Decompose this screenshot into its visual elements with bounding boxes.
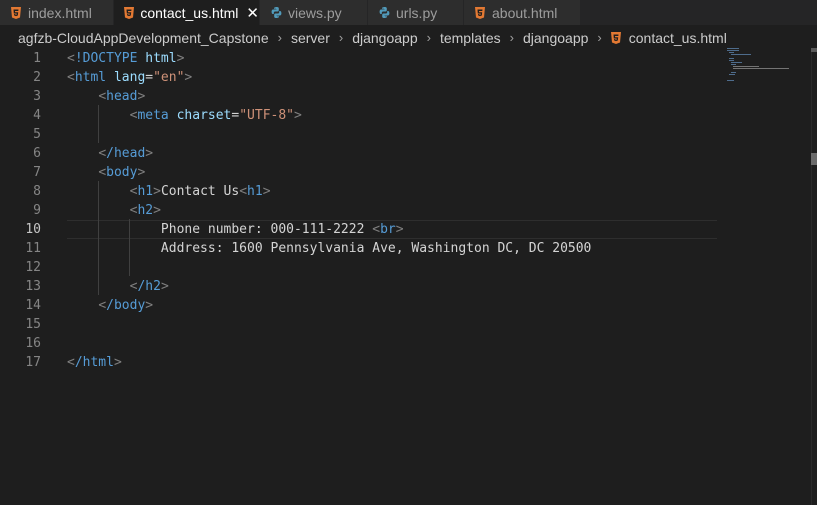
breadcrumb-item-server[interactable]: server xyxy=(291,30,330,46)
code-text: </html> xyxy=(67,355,122,370)
minimap-line xyxy=(731,62,742,63)
code-editor[interactable]: 1 <!DOCTYPE html> 2 <html lang="en"> 3 <head… xyxy=(0,48,817,505)
chevron-right-icon: › xyxy=(277,30,282,45)
line-number: 2 xyxy=(33,70,41,85)
line-number: 5 xyxy=(33,127,41,142)
code-line[interactable]: 12 xyxy=(0,258,717,277)
code-text: <!DOCTYPE html> xyxy=(67,51,185,66)
minimap-line xyxy=(729,60,734,61)
tab-bar: index.html contact_us.html ✕ views.py ur… xyxy=(0,0,817,25)
line-number: 9 xyxy=(33,203,41,218)
code-line[interactable]: 15 xyxy=(0,315,717,334)
html5-icon xyxy=(10,6,22,20)
chevron-right-icon: › xyxy=(338,30,344,45)
minimap-line xyxy=(731,64,736,65)
line-number: 17 xyxy=(25,355,41,370)
minimap-line xyxy=(729,58,734,59)
code-line[interactable]: 2 <html lang="en"> xyxy=(0,68,717,87)
minimap-line xyxy=(731,54,751,55)
line-number: 7 xyxy=(33,165,41,180)
line-number: 14 xyxy=(25,298,41,313)
html5-icon xyxy=(124,6,135,20)
tab-bar-empty-space xyxy=(581,0,817,25)
code-line[interactable]: 16 xyxy=(0,334,717,353)
minimap[interactable] xyxy=(727,48,811,88)
line-number: 11 xyxy=(25,241,41,256)
code-line[interactable]: 4 <meta charset="UTF-8"> xyxy=(0,106,717,125)
chevron-right-icon: › xyxy=(597,30,602,45)
line-number: 12 xyxy=(25,260,41,275)
code-text: <html lang="en"> xyxy=(67,70,193,85)
tab-index-html[interactable]: index.html xyxy=(0,0,114,25)
vertical-scrollbar[interactable] xyxy=(811,48,817,505)
tab-urls-py[interactable]: urls.py xyxy=(368,0,464,25)
scrollbar-thumb[interactable] xyxy=(811,153,817,165)
line-number: 16 xyxy=(25,336,41,351)
breadcrumb-item-djangoapp[interactable]: djangoapp xyxy=(352,30,417,46)
minimap-line xyxy=(727,80,734,81)
code-line[interactable]: 3 <head> xyxy=(0,87,717,106)
python-icon xyxy=(270,6,282,20)
chevron-right-icon: › xyxy=(509,30,514,45)
tab-label: contact_us.html xyxy=(140,4,239,21)
html5-icon xyxy=(610,31,621,44)
breadcrumb: agfzb-CloudAppDevelopment_Capstone › ser… xyxy=(0,25,817,50)
code-text: <body> xyxy=(98,165,146,180)
code-text: <meta charset="UTF-8"> xyxy=(129,108,302,123)
code-text: </body> xyxy=(98,298,154,313)
code-line[interactable]: 6 </head> xyxy=(0,144,717,163)
code-line[interactable]: 7 <body> xyxy=(0,163,717,182)
line-number: 1 xyxy=(33,51,41,66)
line-number: 10 xyxy=(25,222,41,237)
line-number: 8 xyxy=(33,184,41,199)
python-icon xyxy=(378,6,390,20)
breadcrumb-item-djangoapp-folder[interactable]: djangoapp xyxy=(523,30,588,46)
code-text: Address: 1600 Pennsylvania Ave, Washingt… xyxy=(67,241,592,256)
line-number: 15 xyxy=(25,317,41,332)
tab-label: views.py xyxy=(288,4,342,21)
breadcrumb-item-templates[interactable]: templates xyxy=(440,30,501,46)
code-line[interactable]: 17 </html> xyxy=(0,353,717,372)
minimap-line xyxy=(729,74,735,75)
code-text: <h1>Contact Us<h1> xyxy=(129,184,271,199)
minimap-line xyxy=(727,48,739,49)
minimap-line xyxy=(733,66,759,67)
code-line[interactable]: 11 Address: 1600 Pennsylvania Ave, Washi… xyxy=(0,239,717,258)
tab-label: about.html xyxy=(492,4,558,21)
line-number: 4 xyxy=(33,108,41,123)
breadcrumb-item-file[interactable]: contact_us.html xyxy=(629,30,727,46)
tab-label: urls.py xyxy=(396,4,438,21)
scrollbar-overview-marker xyxy=(811,48,817,52)
code-line[interactable]: 8 <h1>Contact Us<h1> xyxy=(0,182,717,201)
tab-label: index.html xyxy=(28,4,92,21)
line-number: 13 xyxy=(25,279,41,294)
line-number: 6 xyxy=(33,146,41,161)
code-line[interactable]: 1 <!DOCTYPE html> xyxy=(0,49,717,68)
line-number: 3 xyxy=(33,89,41,104)
html5-icon xyxy=(474,6,486,20)
minimap-line xyxy=(729,52,734,53)
tab-views-py[interactable]: views.py xyxy=(260,0,368,25)
chevron-right-icon: › xyxy=(426,30,431,45)
code-text: </h2> xyxy=(129,279,169,294)
code-line[interactable]: 14 </body> xyxy=(0,296,717,315)
code-text: </head> xyxy=(98,146,154,161)
minimap-line xyxy=(733,68,789,69)
tab-about-html[interactable]: about.html xyxy=(464,0,581,25)
code-line[interactable]: 10 Phone number: 000-111-2222 <br> xyxy=(0,220,717,239)
code-line[interactable]: 5 xyxy=(0,125,717,144)
code-text: <head> xyxy=(98,89,146,104)
code-text: Phone number: 000-111-2222 <br> xyxy=(67,222,404,237)
close-icon[interactable]: ✕ xyxy=(246,4,259,22)
code-line[interactable]: 9 <h2> xyxy=(0,201,717,220)
code-line[interactable]: 13 </h2> xyxy=(0,277,717,296)
tab-contact-us-html[interactable]: contact_us.html ✕ xyxy=(114,0,260,25)
minimap-line xyxy=(731,72,736,73)
minimap-line xyxy=(727,50,739,51)
breadcrumb-item-project[interactable]: agfzb-CloudAppDevelopment_Capstone xyxy=(18,30,269,46)
code-text: <h2> xyxy=(129,203,161,218)
